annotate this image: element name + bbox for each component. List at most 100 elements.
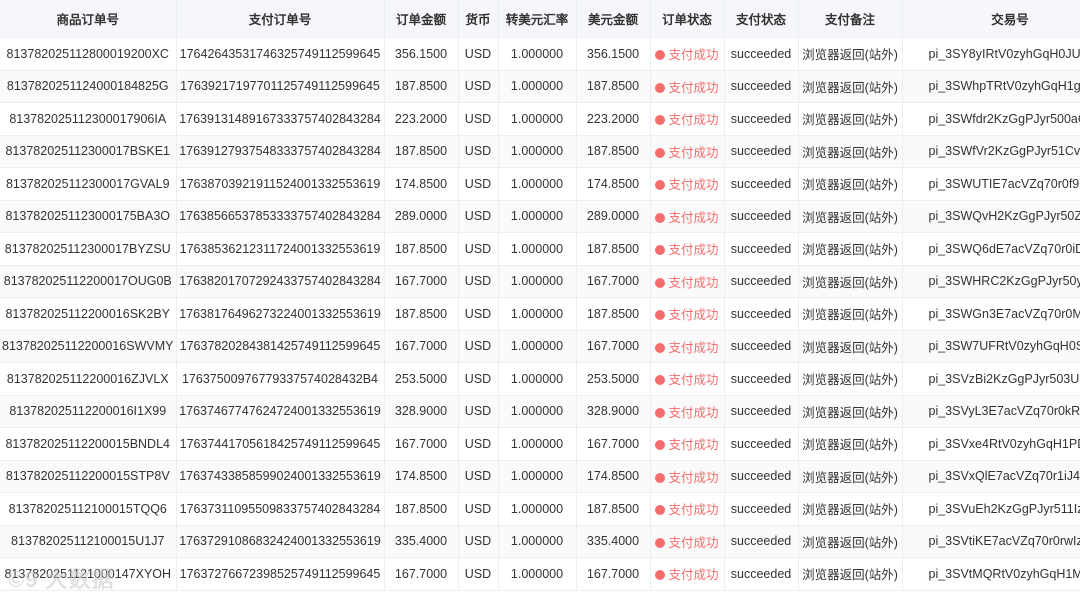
cell-payment-note: 浏览器返回(站外): [798, 297, 903, 331]
cell-currency: USD: [458, 362, 499, 396]
column-header[interactable]: 支付订单号: [176, 0, 385, 38]
table-row[interactable]: 813782025112100015U1J7 176372910868324240…: [0, 525, 1080, 558]
table-row[interactable]: 813782025112200017OUG0B 17638201707292433…: [0, 265, 1080, 298]
column-header[interactable]: 订单状态: [650, 0, 725, 38]
column-header[interactable]: 货币: [458, 0, 499, 38]
cell-payment-note: 浏览器返回(站外): [798, 427, 903, 461]
cell-trade-no: pi_3SWhpTRtV0zyhGqH1gYgLBf: [902, 70, 1080, 103]
cell-order-status: 支付成功: [650, 265, 725, 298]
column-header[interactable]: 美元金额: [576, 0, 651, 38]
cell-product-order-no: 8137820251121000147XYOH: [0, 557, 177, 591]
status-dot-icon: [655, 147, 666, 158]
cell-usd-rate: 1.000000: [498, 232, 577, 266]
status-dot-icon: [655, 342, 666, 353]
cell-payment-note: 浏览器返回(站外): [798, 200, 903, 233]
table-row[interactable]: 813782025112200016ZJVLX 17637500976779337…: [0, 362, 1080, 396]
cell-payment-order-no: 17639127937548333757402843284: [176, 135, 385, 168]
column-header[interactable]: 交易号: [902, 0, 1080, 38]
cell-trade-no: pi_3SWfdr2KzGgPJyr500aCoslz: [902, 102, 1080, 136]
status-dot-icon: [655, 375, 666, 386]
cell-usd-rate: 1.000000: [498, 557, 577, 591]
cell-payment-order-no: 17637276672398525749112599645: [176, 557, 385, 591]
cell-usd-rate: 1.000000: [498, 362, 577, 396]
table-row[interactable]: 813782025112800019200XC 17642643531746325…: [0, 37, 1080, 71]
cell-order-amount: 174.8500: [384, 167, 459, 201]
cell-order-status: 支付成功: [650, 330, 725, 363]
cell-product-order-no: 8137820251124000184825G: [0, 70, 177, 103]
status-text: 支付成功: [668, 535, 719, 550]
status-dot-icon: [655, 570, 666, 581]
table-row[interactable]: 813782025112300017GVAL9 17638703921911524…: [0, 167, 1080, 201]
column-header[interactable]: 转美元汇率: [498, 0, 577, 38]
cell-order-status: 支付成功: [650, 200, 725, 233]
cell-order-status: 支付成功: [650, 297, 725, 331]
table-row[interactable]: 8137820251121000147XYOH 17637276672398525…: [0, 557, 1080, 591]
table-row[interactable]: 813782025112200016I1X99 17637467747624724…: [0, 395, 1080, 428]
table-row[interactable]: 813782025112200015BNDL4 17637441705618425…: [0, 427, 1080, 461]
table-row[interactable]: 813782025112300017906IA 17639131489167333…: [0, 102, 1080, 136]
cell-product-order-no: 813782025112200016SWVMY: [0, 330, 177, 363]
cell-payment-order-no: 17638176496273224001332553619: [176, 297, 385, 331]
cell-currency: USD: [458, 135, 499, 168]
cell-trade-no: pi_3SWQvH2KzGgPJyr50ZwqyWl: [902, 200, 1080, 233]
cell-order-amount: 187.8500: [384, 135, 459, 168]
cell-usd-amount: 174.8500: [576, 460, 651, 493]
status-dot-icon: [655, 50, 666, 61]
cell-payment-order-no: 17637433858599024001332553619: [176, 460, 385, 493]
cell-product-order-no: 813782025112100015TQQ6: [0, 492, 177, 526]
column-header[interactable]: 商品订单号: [0, 0, 177, 38]
status-dot-icon: [655, 212, 666, 223]
cell-payment-order-no: 17637500976779337574028432B4: [176, 362, 385, 396]
status-text: 支付成功: [668, 113, 719, 128]
cell-payment-note: 浏览器返回(站外): [798, 102, 903, 136]
status-text: 支付成功: [668, 48, 719, 63]
table-row[interactable]: 813782025112200016SWVMY 17637820284381425…: [0, 330, 1080, 363]
cell-trade-no: pi_3SVxQlE7acVZq70r1iJ4y2yl: [902, 460, 1080, 493]
status-dot-icon: [655, 440, 666, 451]
cell-trade-no: pi_3SWGn3E7acVZq70r0Mtbt1IC: [902, 297, 1080, 331]
cell-usd-amount: 167.7000: [576, 557, 651, 591]
cell-payment-order-no: 17637291086832424001332553619: [176, 525, 385, 558]
cell-currency: USD: [458, 330, 499, 363]
cell-usd-amount: 187.8500: [576, 232, 651, 266]
cell-usd-rate: 1.000000: [498, 167, 577, 201]
cell-order-status: 支付成功: [650, 135, 725, 168]
cell-product-order-no: 813782025112200016ZJVLX: [0, 362, 177, 396]
status-text: 支付成功: [668, 145, 719, 160]
table-row[interactable]: 813782025112200015STP8V 17637433858599024…: [0, 460, 1080, 493]
cell-payment-note: 浏览器返回(站外): [798, 362, 903, 396]
cell-order-amount: 167.7000: [384, 557, 459, 591]
status-text: 支付成功: [668, 503, 719, 518]
table-body: 813782025112800019200XC 17642643531746325…: [0, 37, 1080, 591]
cell-currency: USD: [458, 395, 499, 428]
cell-order-status: 支付成功: [650, 232, 725, 266]
column-header[interactable]: 支付状态: [724, 0, 799, 38]
cell-currency: USD: [458, 265, 499, 298]
cell-usd-amount: 167.7000: [576, 265, 651, 298]
cell-payment-order-no: 17642643531746325749112599645: [176, 37, 385, 71]
column-header[interactable]: 支付备注: [798, 0, 903, 38]
cell-usd-rate: 1.000000: [498, 265, 577, 298]
status-dot-icon: [655, 407, 666, 418]
table-row[interactable]: 813782025112300017BSKE1 17639127937548333…: [0, 135, 1080, 168]
table-row[interactable]: 8137820251123000175BA3O 17638566537853333…: [0, 200, 1080, 233]
cell-product-order-no: 813782025112200016SK2BY: [0, 297, 177, 331]
column-header[interactable]: 订单金额: [384, 0, 459, 38]
table-row[interactable]: 813782025112300017BYZSU 17638536212311724…: [0, 232, 1080, 266]
cell-order-amount: 167.7000: [384, 330, 459, 363]
cell-trade-no: pi_3SWQ6dE7acVZq70r0iDdac68: [902, 232, 1080, 266]
cell-trade-no: pi_3SVtMQRtV0zyhGqH1M3IMq1: [902, 557, 1080, 591]
cell-usd-rate: 1.000000: [498, 200, 577, 233]
table-row[interactable]: 813782025112100015TQQ6 176373110955098337…: [0, 492, 1080, 526]
cell-order-status: 支付成功: [650, 167, 725, 201]
cell-usd-amount: 187.8500: [576, 135, 651, 168]
table-row[interactable]: 813782025112200016SK2BY 17638176496273224…: [0, 297, 1080, 331]
cell-payment-status: succeeded: [724, 330, 799, 363]
cell-order-amount: 187.8500: [384, 297, 459, 331]
cell-order-status: 支付成功: [650, 70, 725, 103]
table-row[interactable]: 8137820251124000184825G 17639217197701125…: [0, 70, 1080, 103]
cell-usd-amount: 187.8500: [576, 297, 651, 331]
cell-payment-note: 浏览器返回(站外): [798, 460, 903, 493]
cell-order-amount: 356.1500: [384, 37, 459, 71]
cell-trade-no: pi_3SW7UFRtV0zyhGqH0SCChEe: [902, 330, 1080, 363]
